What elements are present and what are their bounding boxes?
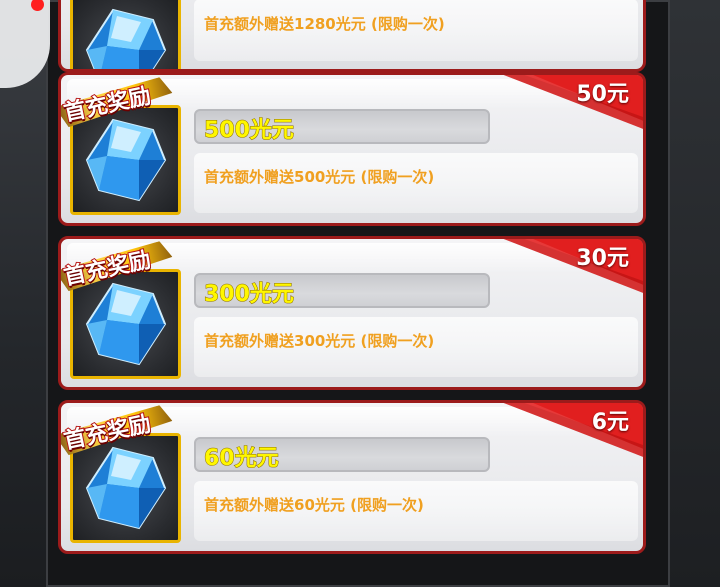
shop-item-1280[interactable]: 首充额外赠送1280光元 (限购一次) — [58, 0, 646, 72]
blue-crystal-icon — [85, 446, 167, 530]
blue-crystal-icon — [85, 282, 167, 366]
item-description-box: 首充额外赠送1280光元 (限购一次) — [194, 0, 638, 61]
shop-item-60[interactable]: 6元 首充奖励 60光元 首充额外赠送60光元 (限购一次) — [58, 400, 646, 554]
background-left — [0, 0, 50, 587]
item-description: 首充额外赠送1280光元 (限购一次) — [204, 15, 445, 33]
item-name-bar: 60光元 — [194, 437, 490, 472]
item-description-box: 首充额外赠送300光元 (限购一次) — [194, 317, 638, 377]
item-description-box: 首充额外赠送500光元 (限购一次) — [194, 153, 638, 213]
price-label: 30元 — [576, 246, 629, 271]
shop-item-500[interactable]: 50元 首充奖励 500光元 首充额外赠送500光元 (限购一次) — [58, 72, 646, 226]
blue-crystal-icon — [85, 118, 167, 202]
price-label: 50元 — [576, 82, 629, 107]
item-description: 首充额外赠送60光元 (限购一次) — [204, 496, 424, 514]
item-name-bar: 500光元 — [194, 109, 490, 144]
item-icon-frame — [70, 0, 181, 69]
item-name: 300光元 — [204, 282, 295, 308]
item-name: 60光元 — [204, 446, 280, 472]
item-name-bar: 300光元 — [194, 273, 490, 308]
item-description: 首充额外赠送500光元 (限购一次) — [204, 168, 435, 186]
blue-crystal-icon — [85, 8, 167, 69]
shop-item-300[interactable]: 30元 首充奖励 300光元 首充额外赠送300光元 (限购一次) — [58, 236, 646, 390]
item-name: 500光元 — [204, 118, 295, 144]
item-description: 首充额外赠送300光元 (限购一次) — [204, 332, 435, 350]
price-label: 6元 — [591, 410, 629, 435]
item-description-box: 首充额外赠送60光元 (限购一次) — [194, 481, 638, 541]
